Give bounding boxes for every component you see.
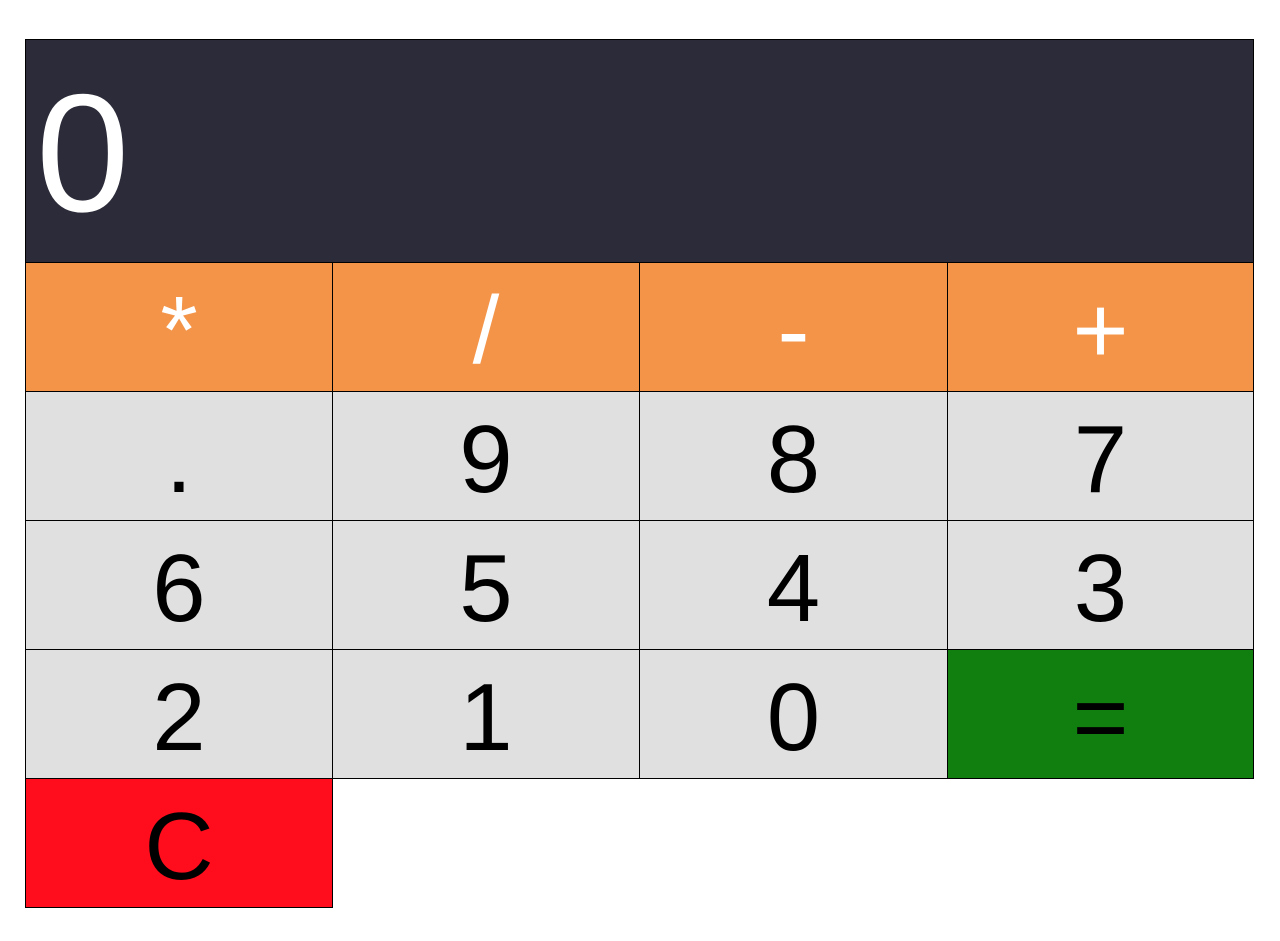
digit-1-button[interactable]: 1 [332,649,640,779]
digit-3-button[interactable]: 3 [947,520,1254,650]
subtract-button[interactable]: - [639,262,948,392]
digit-0-button[interactable]: 0 [639,649,948,779]
digit-9-button[interactable]: 9 [332,391,640,521]
digit-6-button[interactable]: 6 [25,520,333,650]
digit-7-button[interactable]: 7 [947,391,1254,521]
multiply-button[interactable]: * [25,262,333,392]
calculator: 0 * / - + . 9 8 7 6 5 4 3 2 1 0 = C [25,39,1254,908]
display-value: 0 [36,59,130,247]
equals-button[interactable]: = [947,649,1254,779]
digit-4-button[interactable]: 4 [639,520,948,650]
digit-5-button[interactable]: 5 [332,520,640,650]
display-screen: 0 [25,39,1254,263]
divide-button[interactable]: / [332,262,640,392]
decimal-button[interactable]: . [25,391,333,521]
keypad: * / - + . 9 8 7 6 5 4 3 2 1 0 = C [25,262,1254,908]
add-button[interactable]: + [947,262,1254,392]
digit-8-button[interactable]: 8 [639,391,948,521]
digit-2-button[interactable]: 2 [25,649,333,779]
clear-button[interactable]: C [25,778,333,908]
